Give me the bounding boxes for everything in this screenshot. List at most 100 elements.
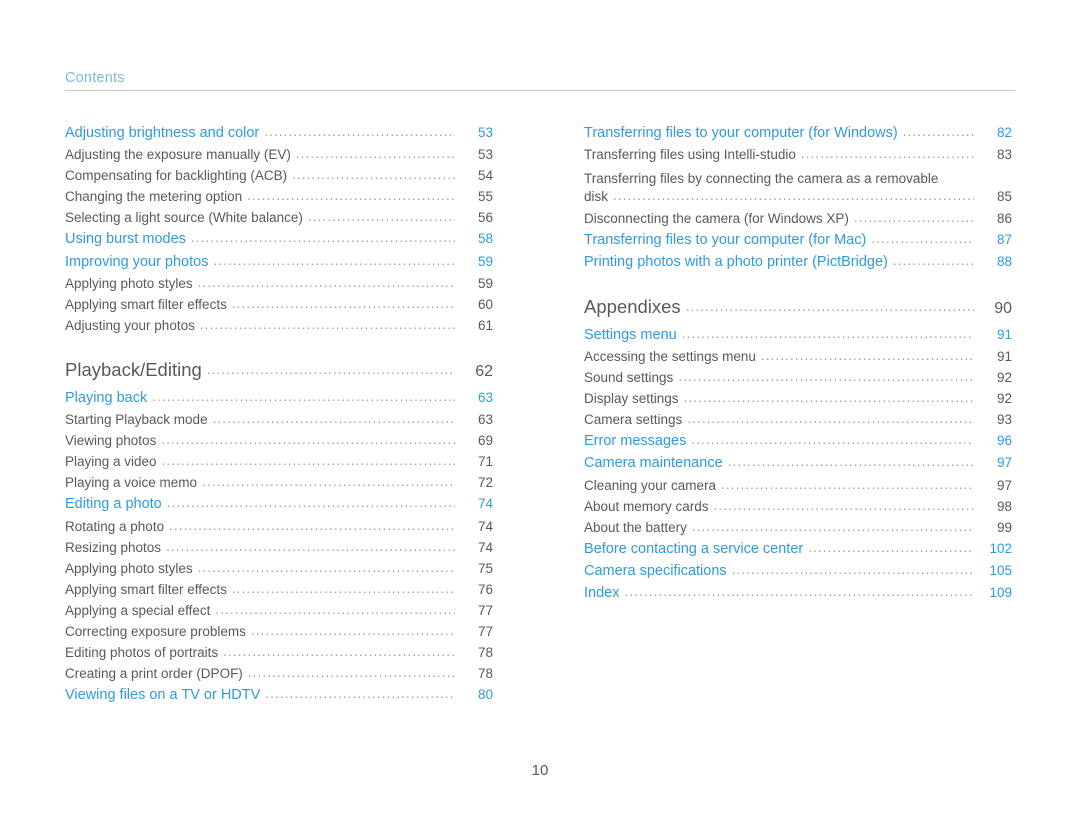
toc-entry-row[interactable]: Adjusting brightness and color..........… xyxy=(65,125,493,141)
toc-entry-row[interactable]: Adjusting your photos...................… xyxy=(65,318,493,333)
toc-entry-title: Adjusting brightness and color xyxy=(65,125,260,141)
toc-entry-row[interactable]: Editing a photo.........................… xyxy=(65,496,493,513)
toc-entry-row[interactable]: Resizing photos.........................… xyxy=(65,539,493,555)
toc-entry-row[interactable]: Transferring files to your computer (for… xyxy=(584,231,1012,248)
toc-leader-dots: ........................................… xyxy=(691,433,974,447)
toc-entry-row[interactable]: Camera maintenance......................… xyxy=(584,455,1012,472)
toc-entry-row[interactable]: About the battery.......................… xyxy=(584,519,1012,535)
toc-entry-row[interactable]: Playing a video.........................… xyxy=(65,454,493,469)
toc-page: Contents Adjusting brightness and color.… xyxy=(0,0,1080,815)
toc-leader-dots: ........................................… xyxy=(292,168,455,182)
toc-entry-row[interactable]: About memory cards......................… xyxy=(584,498,1012,514)
toc-leader-dots: ........................................… xyxy=(247,189,455,203)
toc-leader-dots: ........................................… xyxy=(213,253,455,268)
toc-entry-row[interactable]: Transferring files using Intelli-studio.… xyxy=(584,147,1012,163)
toc-page-number: 96 xyxy=(996,433,1012,449)
toc-entry-row[interactable]: Viewing files on a TV or HDTV...........… xyxy=(65,687,493,704)
toc-entry-title: Selecting a light source (White balance) xyxy=(65,210,303,226)
toc-leader-dots: ........................................… xyxy=(902,125,974,139)
toc-page-number: 99 xyxy=(996,519,1012,535)
toc-leader-dots: ........................................… xyxy=(247,666,455,680)
toc-leader-dots: ........................................… xyxy=(613,189,974,203)
toc-entry-row[interactable]: Selecting a light source (White balance)… xyxy=(65,210,493,226)
toc-entry-row[interactable]: Applying photo styles...................… xyxy=(65,276,493,291)
toc-page-number: 92 xyxy=(996,370,1012,386)
toc-entry-row[interactable]: Correcting exposure problems............… xyxy=(65,624,493,639)
toc-entry-title: Error messages xyxy=(584,433,687,450)
toc-entry-row[interactable]: Starting Playback mode..................… xyxy=(65,412,493,427)
toc-entry-row[interactable]: Applying smart filter effects...........… xyxy=(65,296,493,312)
toc-chapter-row[interactable]: Playback/Editing........................… xyxy=(65,358,493,380)
toc-entry-row[interactable]: Display settings........................… xyxy=(584,391,1012,406)
toc-entry-title: Adjusting the exposure manually (EV) xyxy=(65,147,291,163)
toc-entry-title: Viewing files on a TV or HDTV xyxy=(65,687,261,704)
toc-page-number: 63 xyxy=(477,389,493,405)
toc-entry-row[interactable]: Rotating a photo........................… xyxy=(65,518,493,534)
toc-leader-dots: ........................................… xyxy=(721,477,974,492)
toc-page-number: 78 xyxy=(477,666,493,682)
toc-leader-dots: ........................................… xyxy=(760,348,974,363)
toc-entry-row[interactable]: Cleaning your camera....................… xyxy=(584,477,1012,493)
toc-leader-dots: ........................................… xyxy=(871,231,974,246)
toc-entry-row[interactable]: Error messages..........................… xyxy=(584,433,1012,450)
toc-entry-row[interactable]: Applying photo styles...................… xyxy=(65,560,493,576)
toc-leader-dots: ........................................… xyxy=(691,519,974,534)
toc-entry-row[interactable]: Camera specifications...................… xyxy=(584,563,1012,579)
toc-entry-row[interactable]: Creating a print order (DPOF)...........… xyxy=(65,666,493,682)
toc-entry-title: disk xyxy=(584,189,609,205)
toc-page-number: 58 xyxy=(477,231,493,247)
toc-leader-dots: ........................................… xyxy=(853,210,974,225)
toc-leader-dots: ........................................… xyxy=(152,389,455,404)
toc-leader-dots: ........................................… xyxy=(161,454,455,468)
toc-page-number: 56 xyxy=(477,210,493,226)
toc-leader-dots: ........................................… xyxy=(212,412,455,426)
toc-page-number: 74 xyxy=(477,539,493,555)
toc-entry-row[interactable]: Camera settings.........................… xyxy=(584,412,1012,427)
toc-entry-title: Camera maintenance xyxy=(584,455,723,472)
toc-entry-row[interactable]: Before contacting a service center......… xyxy=(584,540,1012,557)
toc-entry-title: Applying photo styles xyxy=(65,560,193,576)
toc-entry-row[interactable]: Compensating for backlighting (ACB).....… xyxy=(65,168,493,183)
toc-leader-dots: ........................................… xyxy=(892,253,974,268)
toc-entry-title: Transferring files using Intelli-studio xyxy=(584,147,796,163)
toc-entry-row[interactable]: Changing the metering option............… xyxy=(65,189,493,204)
toc-page-number: 77 xyxy=(477,602,493,618)
toc-entry-row[interactable]: Disconnecting the camera (for Windows XP… xyxy=(584,210,1012,226)
toc-entry-row[interactable]: disk....................................… xyxy=(584,189,1012,205)
header-divider xyxy=(65,90,1015,91)
toc-entry-row[interactable]: Improving your photos...................… xyxy=(65,253,493,270)
toc-leader-dots: ........................................… xyxy=(231,296,455,311)
toc-page-number: 97 xyxy=(996,455,1012,471)
toc-entry-row[interactable]: Transferring files to your computer (for… xyxy=(584,125,1012,141)
toc-entry-row[interactable]: Settings menu...........................… xyxy=(584,326,1012,343)
toc-entry-row[interactable]: Sound settings..........................… xyxy=(584,370,1012,386)
toc-page-number: 72 xyxy=(477,475,493,491)
toc-leader-dots: ........................................… xyxy=(681,326,974,341)
toc-entry-title: Playback/Editing xyxy=(65,358,202,380)
toc-entry-row[interactable]: Viewing photos..........................… xyxy=(65,433,493,448)
toc-leader-dots: ........................................… xyxy=(713,498,974,513)
toc-entry-row[interactable]: Playing back............................… xyxy=(65,389,493,406)
toc-entry-title: Editing a photo xyxy=(65,496,162,513)
toc-entry-row[interactable]: Using burst modes.......................… xyxy=(65,231,493,247)
toc-page-number: 83 xyxy=(996,147,1012,163)
toc-leader-dots: ........................................… xyxy=(190,231,455,245)
toc-leader-dots: ........................................… xyxy=(265,687,455,701)
toc-entry-title: Applying a special effect xyxy=(65,602,211,618)
toc-entry-row[interactable]: Editing photos of portraits.............… xyxy=(65,645,493,660)
toc-leader-dots: ........................................… xyxy=(169,518,455,532)
toc-chapter-row[interactable]: Appendixes..............................… xyxy=(584,297,1012,317)
toc-page-number: 102 xyxy=(989,540,1012,556)
toc-column-right: Transferring files to your computer (for… xyxy=(584,125,1012,608)
toc-page-number: 88 xyxy=(996,253,1012,269)
toc-entry-row[interactable]: Printing photos with a photo printer (Pi… xyxy=(584,253,1012,270)
toc-entry-title: Before contacting a service center xyxy=(584,540,804,557)
toc-entry-row[interactable]: Accessing the settings menu.............… xyxy=(584,348,1012,364)
toc-leader-dots: ........................................… xyxy=(197,560,455,575)
toc-entry-row[interactable]: Index...................................… xyxy=(584,585,1012,601)
toc-entry-row[interactable]: Adjusting the exposure manually (EV)....… xyxy=(65,147,493,163)
toc-entry-row[interactable]: Applying smart filter effects...........… xyxy=(65,582,493,597)
toc-entry-row[interactable]: Playing a voice memo....................… xyxy=(65,475,493,491)
toc-entry-row[interactable]: Applying a special effect...............… xyxy=(65,602,493,618)
